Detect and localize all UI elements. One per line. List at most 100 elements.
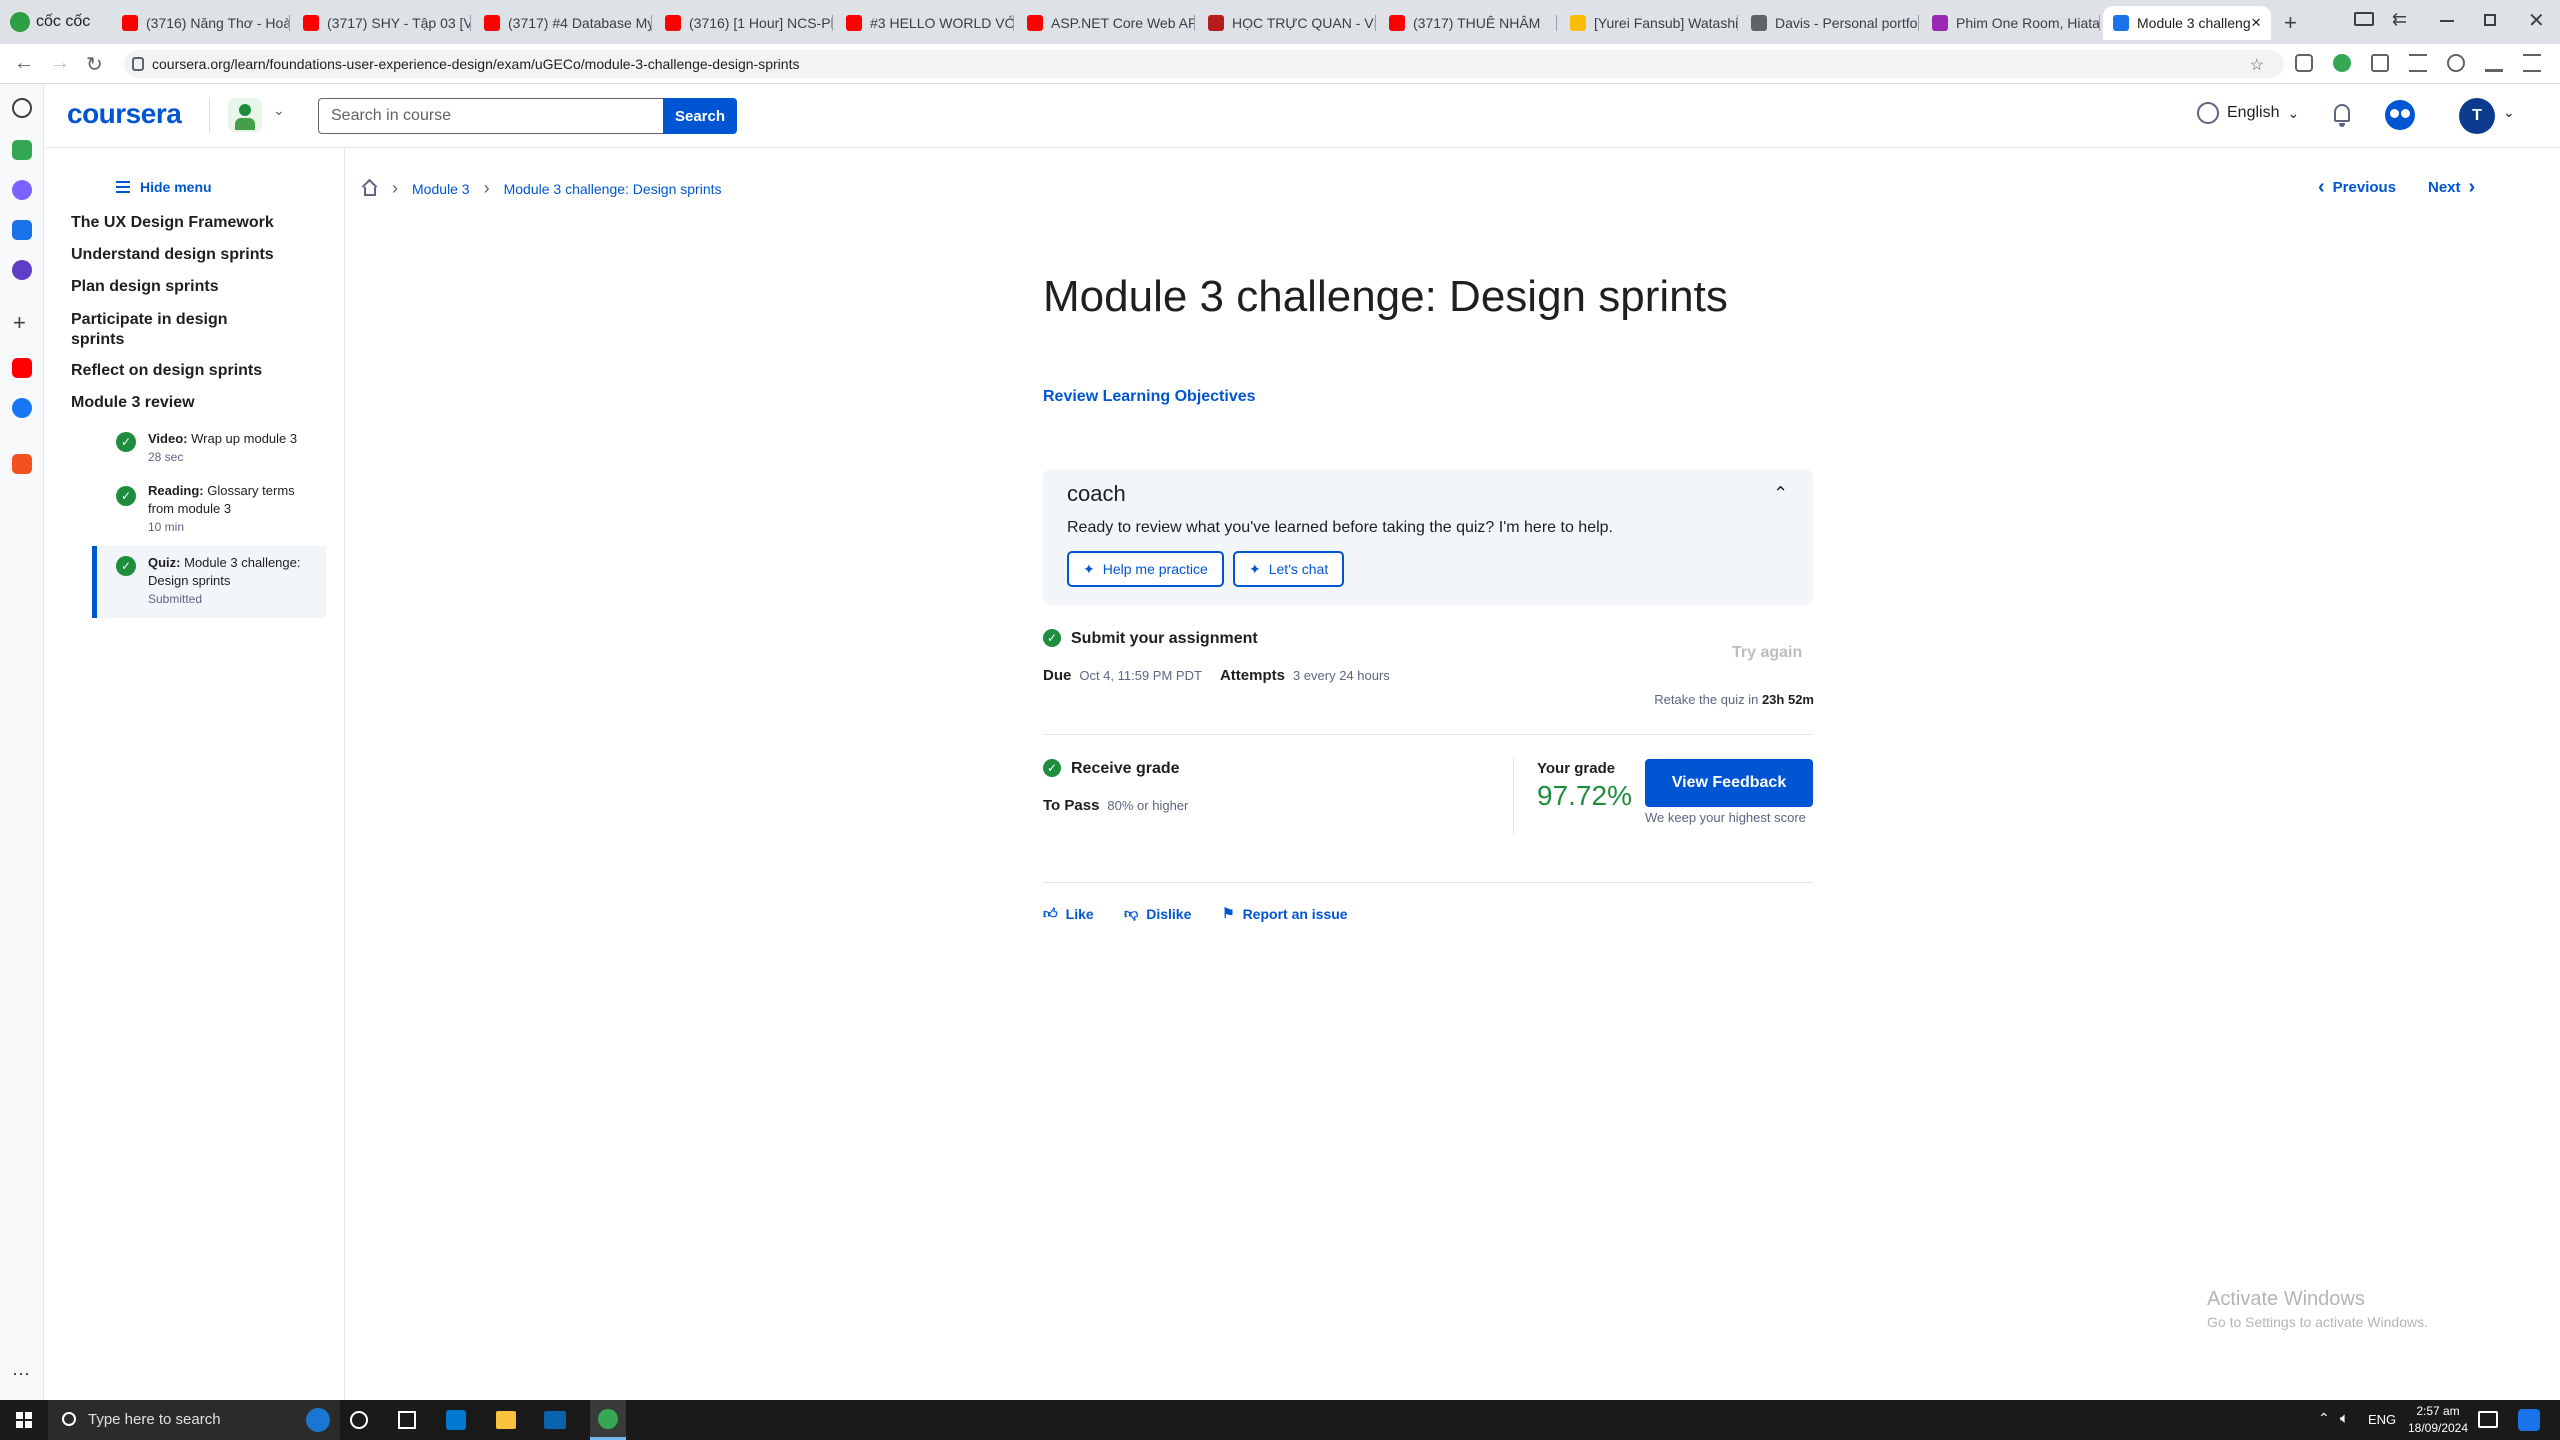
chevron-up-icon[interactable]: ⌃ <box>2318 1410 2330 1427</box>
home-icon[interactable] <box>361 178 378 197</box>
review-objectives-link[interactable]: Review Learning Objectives <box>1043 388 1256 406</box>
nav-item-quiz-active[interactable]: ✓ Quiz: Module 3 challenge: Design sprin… <box>92 546 326 618</box>
facebook-icon[interactable] <box>12 398 32 418</box>
browser-tab[interactable]: ASP.NET Core Web API <box>1017 6 1195 40</box>
downloads-icon[interactable] <box>2485 54 2503 72</box>
site-info-icon[interactable] <box>132 57 144 71</box>
search-app-icon[interactable] <box>12 260 32 280</box>
mail-icon[interactable] <box>544 1411 566 1429</box>
download-status-icon[interactable] <box>2333 54 2351 72</box>
messenger-icon[interactable] <box>12 180 32 200</box>
store-icon[interactable] <box>446 1410 466 1430</box>
language-indicator[interactable]: ENG <box>2368 1412 2396 1427</box>
nav-section-understand[interactable]: Understand design sprints <box>71 246 274 264</box>
due-label: Due <box>1043 667 1072 684</box>
nav-item-reading[interactable]: ✓ Reading: Glossary terms from module 3 … <box>92 480 326 540</box>
course-search-input[interactable]: Search in course <box>318 98 664 134</box>
avatar[interactable]: T <box>2459 98 2495 134</box>
new-tab-icon[interactable]: + <box>2284 10 2297 36</box>
reading-list-icon[interactable] <box>2409 54 2427 72</box>
ai-assistant-icon[interactable] <box>12 140 32 160</box>
nav-item-video[interactable]: ✓ Video: Wrap up module 3 28 sec <box>92 424 326 480</box>
bell-icon[interactable] <box>2331 102 2353 128</box>
task-view-icon[interactable] <box>398 1411 416 1429</box>
chevron-down-icon[interactable]: ⌄ <box>2503 104 2515 121</box>
browser-tab[interactable]: #3 HELLO WORLD VỚI <box>836 6 1014 40</box>
notification-icon[interactable] <box>2478 1411 2498 1428</box>
like-button[interactable]: 👍︎ Like <box>1043 905 1094 922</box>
browser-tab[interactable]: (3717) SHY - Tập 03 [Vi <box>293 6 471 40</box>
tab-separator <box>1556 15 1557 31</box>
university-logo-icon[interactable] <box>228 98 262 132</box>
breadcrumb-module[interactable]: Module 3 <box>412 181 470 197</box>
nav-section-participate[interactable]: Participate in design sprints <box>71 310 271 350</box>
hide-menu-label: Hide menu <box>140 179 212 195</box>
windows-start-icon[interactable] <box>16 1412 32 1428</box>
hide-menu-button[interactable]: Hide menu <box>116 179 212 195</box>
close-tab-icon[interactable]: ✕ <box>2251 15 2262 31</box>
help-me-practice-button[interactable]: ✦ Help me practice <box>1067 551 1224 587</box>
cortana-icon[interactable] <box>350 1411 368 1429</box>
chevron-up-icon[interactable]: ⌄ <box>1773 481 1788 502</box>
chevron-down-icon[interactable]: ⌄ <box>273 102 285 119</box>
previous-button[interactable]: ‹ Previous <box>2318 176 2396 199</box>
add-app-icon[interactable]: + <box>13 310 26 336</box>
restore-icon[interactable] <box>2484 14 2496 26</box>
back-icon[interactable]: ← <box>14 52 34 75</box>
completed-check-icon: ✓ <box>116 432 136 452</box>
lets-chat-button[interactable]: ✦ Let's chat <box>1233 551 1345 587</box>
zalo-icon[interactable] <box>12 220 32 240</box>
shield-icon[interactable] <box>2295 54 2313 72</box>
forward-icon[interactable]: → <box>50 52 70 75</box>
browser-brand[interactable]: cốc cốc <box>10 12 90 32</box>
action-center-icon[interactable] <box>2518 1409 2540 1431</box>
volume-icon[interactable]: 🔈︎ <box>2340 1410 2349 1427</box>
search-button[interactable]: Search <box>663 98 737 134</box>
browser-tab[interactable]: Davis - Personal portfol <box>1741 6 1919 40</box>
search-icon <box>62 1412 76 1426</box>
activate-windows-title: Activate Windows <box>2207 1288 2365 1310</box>
coursera-logo[interactable]: coursera <box>67 98 182 130</box>
report-issue-button[interactable]: ⚑ Report an issue <box>1222 905 1348 922</box>
due-value: Oct 4, 11:59 PM PDT <box>1079 668 1202 683</box>
screenshot-icon[interactable] <box>2354 12 2374 26</box>
tab-search-icon[interactable]: ⇇ <box>2392 9 2407 30</box>
browser-tab[interactable]: (3716) [1 Hour] NCS-Ph <box>655 6 833 40</box>
profile-icon[interactable] <box>2447 54 2465 72</box>
clock[interactable]: 2:57 am 18/09/2024 <box>2400 1403 2476 1437</box>
try-again-button[interactable]: Try again <box>1732 644 1802 662</box>
browser-menu-icon[interactable] <box>2523 54 2541 72</box>
tab-favicon-icon <box>122 15 138 31</box>
game-app-icon[interactable] <box>12 454 32 474</box>
extensions-icon[interactable] <box>2371 54 2389 72</box>
browser-tab[interactable]: [Yurei Fansub] Watashi <box>1560 6 1738 40</box>
browser-tab[interactable]: (3717) #4 Database My <box>474 6 652 40</box>
address-bar[interactable]: coursera.org/learn/foundations-user-expe… <box>124 50 2284 78</box>
youtube-icon[interactable] <box>12 358 32 378</box>
reload-icon[interactable]: ↻ <box>86 52 103 77</box>
view-feedback-button[interactable]: View Feedback <box>1645 759 1813 807</box>
language-selector[interactable]: English ⌄ <box>2197 102 2299 124</box>
browser-tab[interactable]: Phim One Room, Hiatari <box>1922 6 2100 40</box>
coach-owl-icon[interactable] <box>2385 100 2415 130</box>
url-text[interactable]: coursera.org/learn/foundations-user-expe… <box>152 56 799 72</box>
next-button[interactable]: Next › <box>2428 176 2475 199</box>
minimize-icon[interactable] <box>2440 20 2454 22</box>
more-icon[interactable]: ⋯ <box>12 1364 30 1385</box>
nav-section-module-review[interactable]: Module 3 review <box>71 394 195 412</box>
nav-section-ux-framework[interactable]: The UX Design Framework <box>71 214 274 232</box>
breadcrumb-current[interactable]: Module 3 challenge: Design sprints <box>504 181 722 197</box>
coccoc-taskbar-button[interactable] <box>590 1400 626 1440</box>
taskbar-search-box[interactable]: Type here to search <box>48 1400 340 1440</box>
browser-tab[interactable]: Module 3 challeng ✕ <box>2103 6 2271 40</box>
history-icon[interactable] <box>12 98 32 118</box>
nav-section-plan[interactable]: Plan design sprints <box>71 278 219 296</box>
close-window-icon[interactable]: ✕ <box>2528 8 2545 33</box>
file-explorer-icon[interactable] <box>496 1411 516 1429</box>
browser-tab[interactable]: HỌC TRỰC QUAN - VISI <box>1198 6 1376 40</box>
dislike-button[interactable]: 👎︎ Dislike <box>1124 905 1191 922</box>
browser-tab[interactable]: (3716) Năng Thơ - Hoàn <box>112 6 290 40</box>
nav-section-reflect[interactable]: Reflect on design sprints <box>71 362 262 380</box>
browser-tab[interactable]: (3717) THUÊ NHÂM <box>1379 6 1557 40</box>
bookmark-star-icon[interactable]: ☆ <box>2250 55 2264 75</box>
